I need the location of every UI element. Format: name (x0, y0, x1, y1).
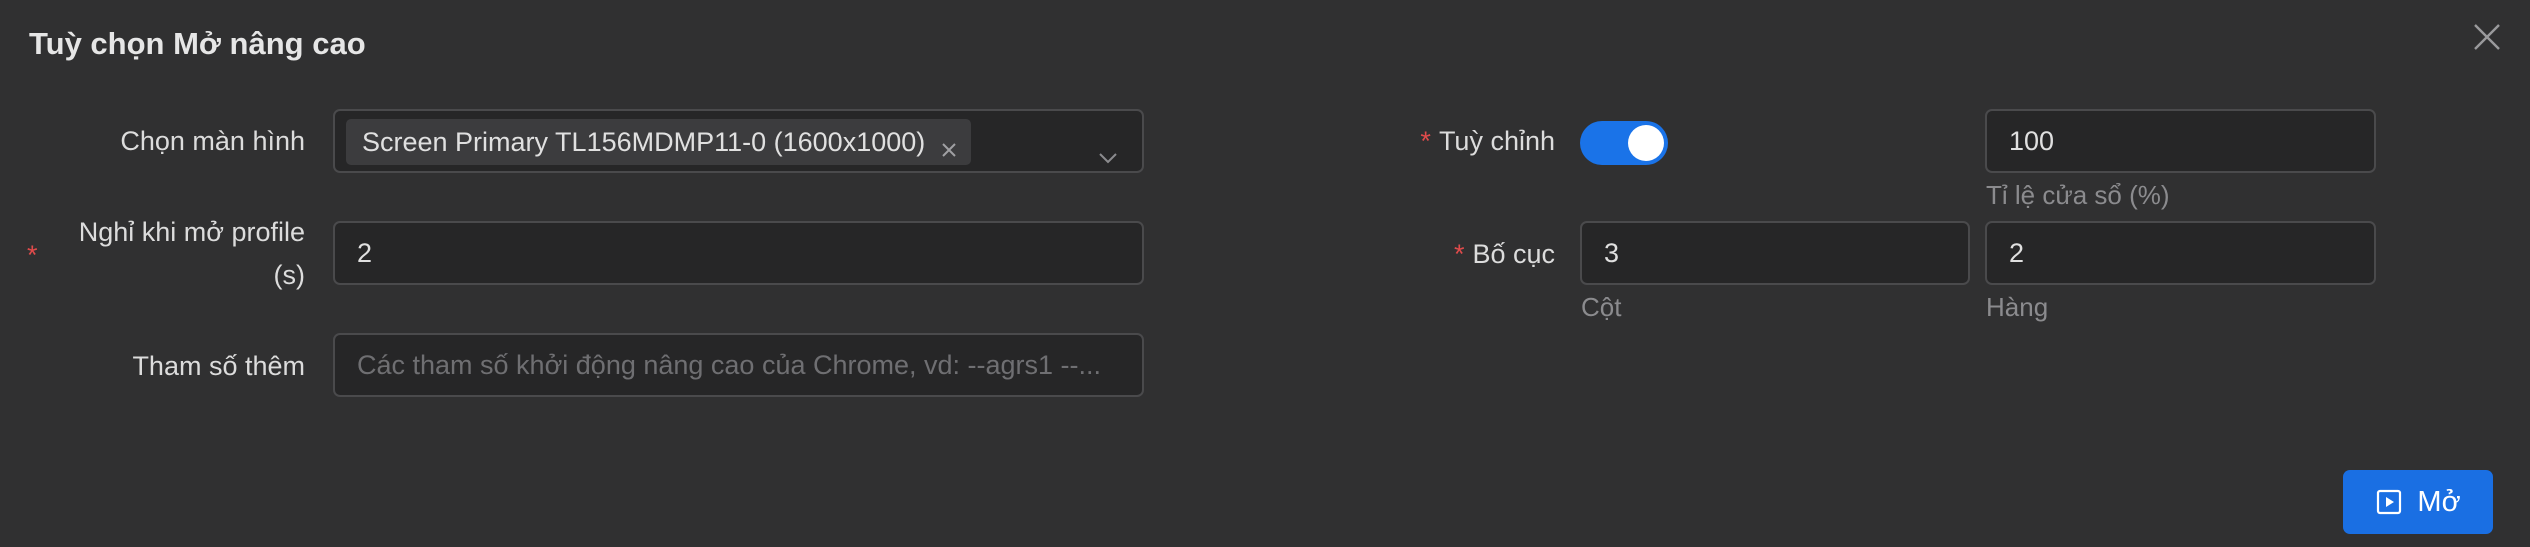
toggle-knob (1628, 125, 1664, 161)
params-label: Tham số thêm (132, 351, 305, 381)
dialog-title: Tuỳ chọn Mở nâng cao (29, 26, 366, 61)
delay-input[interactable]: 2 (333, 221, 1144, 285)
delay-required-mark: * (27, 240, 38, 270)
delay-label: Nghỉ khi mở profile (s) (50, 214, 305, 294)
advanced-open-dialog: Tuỳ chọn Mở nâng cao Chọn màn hình Scree… (0, 0, 2530, 547)
custom-label-text: Tuỳ chỉnh (1438, 126, 1555, 156)
layout-label: * Bố cục (1380, 236, 1555, 273)
layout-rows-hint: Hàng (1986, 292, 2049, 322)
screen-tag: Screen Primary TL156MDMP11-0 (1600x1000) (346, 119, 972, 165)
tag-remove-icon[interactable] (937, 130, 961, 157)
screen-select-label: Chọn màn hình (120, 126, 305, 156)
layout-required-mark: * (1453, 239, 1465, 269)
open-button-label: Mở (2417, 485, 2461, 518)
params-input[interactable]: Các tham số khởi động nâng cao của Chrom… (333, 333, 1144, 397)
layout-label-text: Bố cục (1472, 239, 1555, 269)
window-scale-hint: Tỉ lệ cửa sổ (%) (1986, 180, 2170, 210)
chevron-down-icon[interactable] (1096, 131, 1120, 164)
close-icon[interactable] (2470, 20, 2504, 54)
layout-columns-input[interactable]: 3 (1580, 221, 1970, 285)
layout-columns-hint: Cột (1581, 292, 1622, 322)
delay-label-line1: Nghỉ khi mở profile (78, 217, 305, 247)
custom-toggle[interactable] (1580, 121, 1668, 165)
layout-rows-input[interactable]: 2 (1985, 221, 2376, 285)
open-button[interactable]: Mở (2343, 470, 2493, 534)
screen-tag-label: Screen Primary TL156MDMP11-0 (1600x1000) (362, 127, 926, 157)
window-scale-input[interactable]: 100 (1985, 109, 2376, 173)
screen-select[interactable]: Screen Primary TL156MDMP11-0 (1600x1000) (333, 109, 1144, 173)
delay-label-line2: (s) (273, 260, 305, 290)
custom-required-mark: * (1420, 126, 1431, 156)
play-square-icon (2377, 489, 2402, 515)
custom-label: * Tuỳ chỉnh (1380, 123, 1555, 160)
